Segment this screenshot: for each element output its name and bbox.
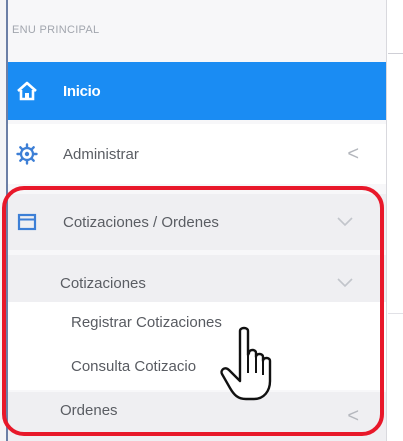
sidebar-item-label: Inicio bbox=[63, 82, 101, 100]
page-left-edge bbox=[0, 0, 8, 441]
sidebar-menu: ENU PRINCIPAL Inicio Administrar < Cotiz… bbox=[8, 0, 387, 441]
sidebar-subitem-label: Ordenes bbox=[60, 402, 118, 419]
window-icon bbox=[16, 211, 38, 233]
submenu-item-consulta-cotizaciones[interactable]: Consulta Cotizacio bbox=[8, 346, 386, 390]
submenu-item-registrar-cotizaciones[interactable]: Registrar Cotizaciones bbox=[8, 302, 386, 346]
sidebar-item-label: Administrar bbox=[63, 145, 139, 163]
divider bbox=[388, 313, 403, 314]
home-icon bbox=[16, 80, 38, 102]
submenu-item-label: Consulta Cotizacio bbox=[71, 358, 197, 375]
sidebar-item-administrar[interactable]: Administrar < bbox=[8, 124, 386, 184]
sidebar-item-cotizaciones-ordenes[interactable]: Cotizaciones / Ordenes bbox=[8, 194, 386, 250]
sidebar-item-label: Cotizaciones / Ordenes bbox=[63, 213, 219, 231]
chevron-down-icon bbox=[337, 214, 353, 230]
sidebar-item-inicio[interactable]: Inicio bbox=[8, 62, 386, 120]
chevron-left-icon: < bbox=[347, 142, 359, 165]
chevron-left-icon: < bbox=[347, 405, 359, 427]
chevron-down-icon bbox=[337, 275, 353, 291]
submenu-item-label: Registrar Cotizaciones bbox=[71, 314, 222, 331]
sidebar-subitem-ordenes[interactable]: Ordenes < bbox=[8, 392, 386, 441]
gear-icon bbox=[16, 143, 38, 165]
divider bbox=[388, 53, 403, 54]
main-content-edge bbox=[388, 0, 403, 441]
sidebar-subitem-label: Cotizaciones bbox=[60, 274, 146, 292]
menu-header: ENU PRINCIPAL bbox=[12, 24, 100, 36]
